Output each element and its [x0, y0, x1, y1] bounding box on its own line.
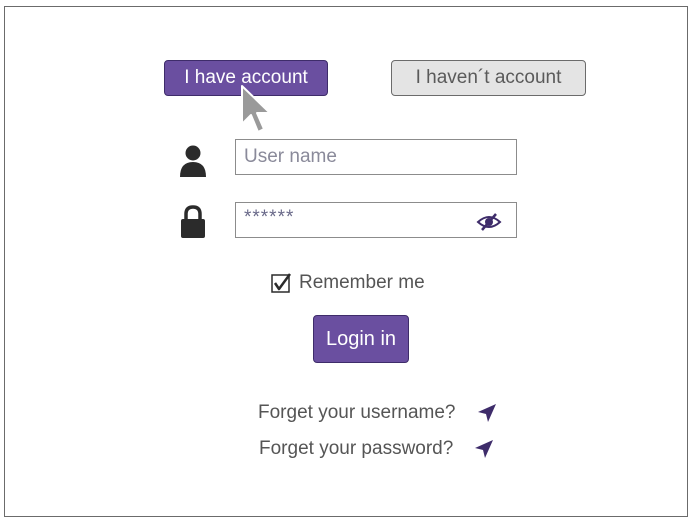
tab-havent-account-label: I haven´t account: [415, 67, 562, 88]
remember-me-toggle[interactable]: Remember me: [271, 270, 425, 296]
login-button-label: Login in: [325, 327, 397, 350]
username-field[interactable]: [235, 139, 517, 175]
eye-hidden-icon[interactable]: [476, 213, 502, 231]
forget-username-link[interactable]: Forget your username?: [258, 400, 498, 426]
login-button[interactable]: Login in: [313, 315, 409, 363]
forget-password-link[interactable]: Forget your password?: [259, 436, 495, 462]
mouse-pointer-icon: [241, 85, 271, 133]
location-arrow-icon[interactable]: [476, 402, 498, 424]
tab-havent-account[interactable]: I haven´t account: [391, 60, 586, 96]
user-icon: [180, 145, 206, 177]
password-value: ******: [244, 207, 295, 228]
checkmark-icon[interactable]: [271, 273, 291, 293]
remember-me-label: Remember me: [299, 272, 425, 293]
location-arrow-icon[interactable]: [473, 438, 495, 460]
forget-password-label: Forget your password?: [259, 438, 454, 459]
lock-icon: [181, 205, 205, 238]
password-field[interactable]: ******: [235, 202, 517, 238]
forget-username-label: Forget your username?: [258, 402, 456, 423]
